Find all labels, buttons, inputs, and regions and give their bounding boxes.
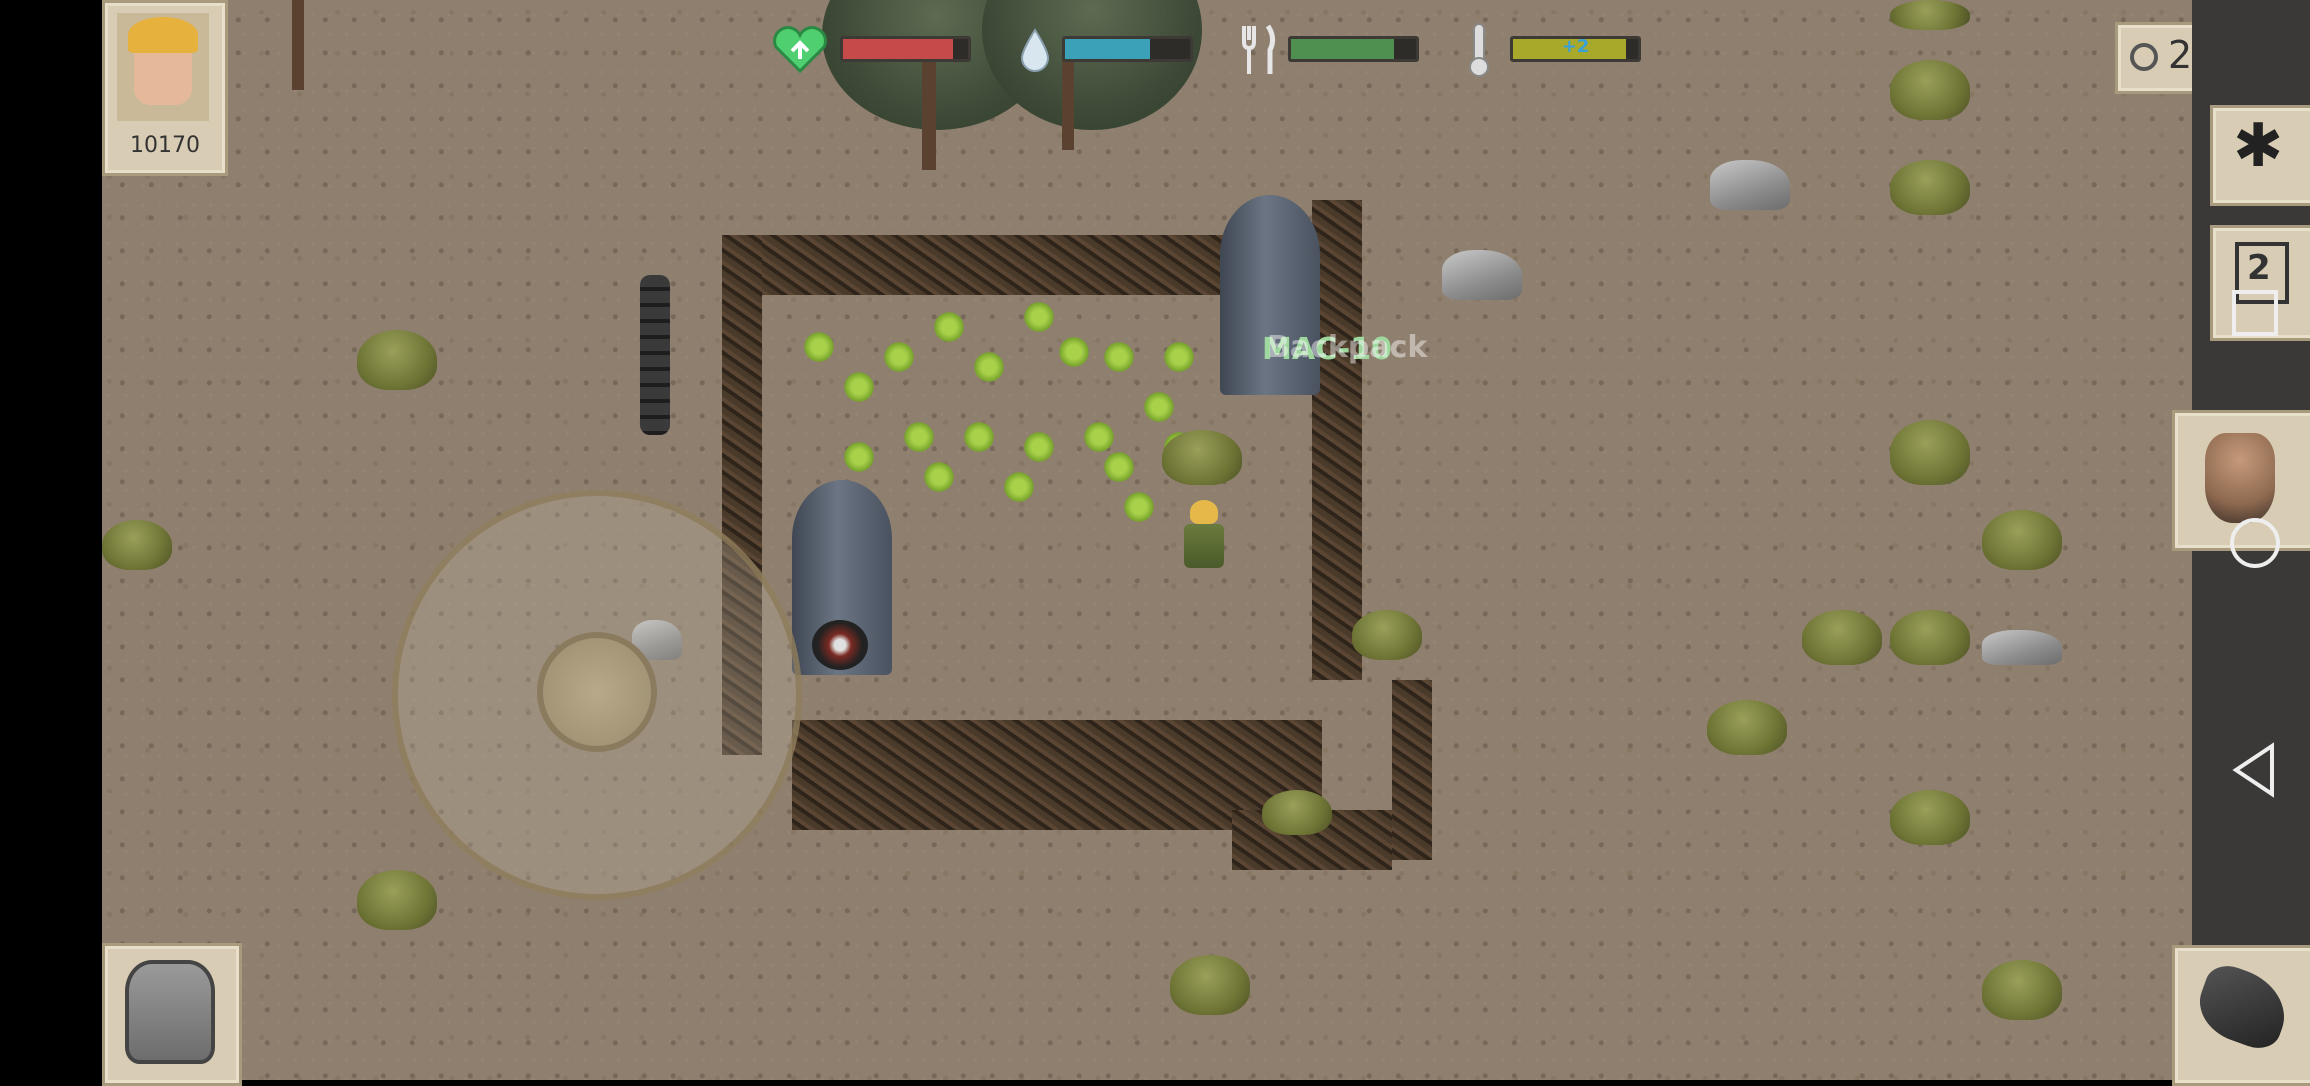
crop-plant[interactable] [1002, 470, 1036, 504]
recent-apps-icon[interactable] [2232, 290, 2278, 336]
game-world[interactable]: MAC-10 Backpack [102, 0, 2192, 1080]
overhead-item-label-ghost: Backpack [1267, 330, 1427, 365]
weapon-slot-button[interactable] [2172, 945, 2310, 1086]
thirst-bar-fill [1065, 39, 1150, 59]
shrub [1707, 700, 1787, 755]
rock [1442, 250, 1522, 300]
crop-plant[interactable] [1122, 490, 1156, 524]
tank-valve [812, 620, 868, 670]
health-bar [840, 36, 971, 62]
movement-joystick[interactable] [392, 490, 802, 900]
crop-plant[interactable] [1162, 340, 1196, 374]
crop-plant[interactable] [842, 370, 876, 404]
thirst-bar [1062, 36, 1193, 62]
shrub [1802, 610, 1882, 665]
shrub [102, 520, 172, 570]
shrub [1890, 420, 1970, 485]
crop-plant[interactable] [842, 440, 876, 474]
hand-icon [2205, 433, 2275, 523]
shrub [1890, 790, 1970, 845]
heart-icon [770, 25, 830, 75]
shrub [1262, 790, 1332, 835]
thermometer-icon [1466, 22, 1492, 78]
shrub [357, 330, 437, 390]
gear-icon: ✱ [2233, 111, 2284, 181]
temperature-bar: +2 [1510, 36, 1641, 62]
home-icon[interactable] [2230, 518, 2280, 568]
crop-plant[interactable] [1102, 450, 1136, 484]
back-icon[interactable] [2230, 742, 2280, 798]
shrub [1162, 430, 1242, 485]
overhead-label-ghost-text: Backpack [1267, 330, 1428, 365]
shrub [357, 870, 437, 930]
settings-button[interactable]: ✱ [2210, 105, 2310, 206]
tree [982, 0, 1202, 130]
shrub [1890, 60, 1970, 120]
calendar-day: 2 [2247, 248, 2271, 288]
tree-trunk [922, 60, 936, 170]
crop-plant[interactable] [1057, 335, 1091, 369]
fence [722, 235, 1282, 295]
rock [1710, 160, 1790, 210]
tree-trunk [1062, 60, 1074, 150]
water-drop-icon [1020, 28, 1050, 74]
character-portrait[interactable]: 10170 [102, 0, 228, 176]
crop-plant[interactable] [882, 340, 916, 374]
crop-plant[interactable] [972, 350, 1006, 384]
tire-stack [640, 275, 670, 435]
shrub [1982, 960, 2062, 1020]
shrub [1982, 510, 2062, 570]
crop-plant[interactable] [1102, 340, 1136, 374]
clock-icon [2130, 43, 2158, 71]
player-score: 10170 [130, 133, 200, 158]
avatar [117, 13, 209, 121]
crop-plant[interactable] [962, 420, 996, 454]
shrub [1890, 610, 1970, 665]
inventory-button[interactable] [102, 943, 242, 1086]
temperature-value: +2 [1561, 36, 1590, 57]
crop-plant[interactable] [932, 310, 966, 344]
crop-plant[interactable] [802, 330, 836, 364]
player-character [1182, 500, 1226, 570]
crop-plant[interactable] [922, 460, 956, 494]
crop-plant[interactable] [1142, 390, 1176, 424]
face-icon [134, 53, 192, 105]
crop-plant[interactable] [1022, 430, 1056, 464]
shrub [1170, 955, 1250, 1015]
helmet-icon [128, 17, 198, 53]
weapon-icon [2189, 959, 2297, 1055]
crop-plant[interactable] [1022, 300, 1056, 334]
health-bar-fill [843, 39, 953, 59]
hunger-bar-fill [1291, 39, 1394, 59]
left-black-border [0, 0, 102, 1080]
fork-knife-icon [1238, 24, 1278, 76]
shrub [1890, 0, 1970, 30]
fence [1392, 680, 1432, 860]
crop-plant[interactable] [902, 420, 936, 454]
backpack-icon [125, 960, 215, 1064]
crop-plant[interactable] [1082, 420, 1116, 454]
shrub [1890, 160, 1970, 215]
joystick-knob[interactable] [537, 632, 657, 752]
hunger-bar [1288, 36, 1419, 62]
shrub [1352, 610, 1422, 660]
tree-trunk [292, 0, 304, 90]
rock [1982, 630, 2062, 665]
